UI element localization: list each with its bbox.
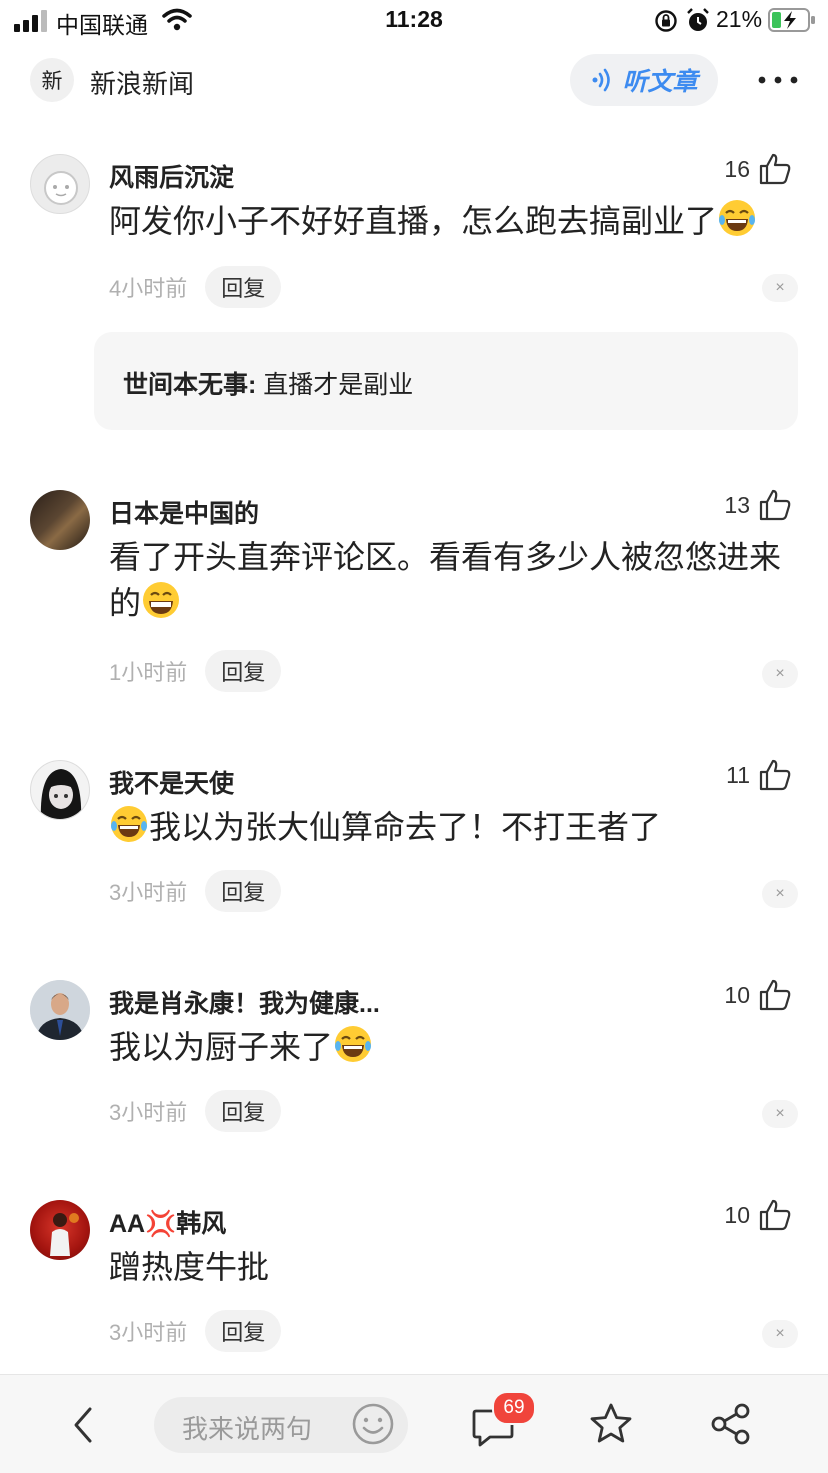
like-count: 10 [724,1201,750,1228]
comment-author[interactable]: 我不是天使 [109,764,234,800]
like-button[interactable]: 11 [726,758,792,792]
listen-article-label: 听文章 [622,68,698,96]
alarm-icon [687,8,709,31]
sports-avatar-icon [50,1213,79,1256]
thumbs-up-icon [759,489,791,521]
battery-percent: 21% [716,6,763,32]
thumbs-up-icon [759,1199,791,1231]
sub-reply-box[interactable]: 世间本无事: 直播才是副业 [94,332,798,430]
like-button[interactable]: 10 [724,1198,792,1232]
comment-text: 我以为厨子来了 [109,1024,799,1070]
listen-article-button[interactable]: 听文章 [570,54,718,106]
app-header: 新 新浪新闻 听文章 [0,52,828,112]
comment-text: 我以为张大仙算命去了！不打王者了 [109,804,799,850]
emoji-picker-icon[interactable] [350,1401,396,1447]
like-count: 11 [726,761,750,788]
comment-meta: 3小时前 回复 [109,1310,282,1352]
comment-author[interactable]: 风雨后沉淀 [109,158,234,194]
comment-item: 我不是天使 11 我以为张大仙算命去了！不打王者了 3小时前 回复 × [0,758,828,920]
comment-text: 看了开头直奔评论区。看看有多少人被忽悠进来的 [109,539,782,621]
comment-meta: 3小时前 回复 [109,1090,282,1132]
laugh-cry-emoji-icon [335,1026,372,1062]
thumbs-up-icon [759,759,791,791]
laugh-cry-emoji-icon [719,200,756,236]
comment-time: 3小时前 [109,1320,188,1345]
comment-item: 风雨后沉淀 16 阿发你小子不好好直播，怎么跑去搞副业了 4小时前 回复 × [0,152,828,324]
like-button[interactable]: 10 [724,978,792,1012]
avatar[interactable] [30,980,90,1040]
app-logo[interactable]: 新 [30,58,74,102]
comment-text: 蹭热度牛批 [109,1249,270,1285]
comment-time: 4小时前 [109,276,188,301]
comment-author[interactable]: 日本是中国的 [109,494,259,530]
default-avatar-icon [44,171,78,205]
reply-button[interactable]: 回复 [205,870,282,912]
avatar[interactable] [30,154,90,214]
comment-time: 1小时前 [109,660,188,685]
comment-author[interactable]: 我是肖永康！我为健康... [109,984,380,1020]
sub-reply-text: 世间本无事: 直播才是副业 [123,365,413,401]
comment-text: 阿发你小子不好好直播，怎么跑去搞副业了 [109,198,799,244]
reply-button[interactable]: 回复 [205,650,282,692]
avatar[interactable] [30,1200,90,1260]
anime-avatar-icon [40,769,82,819]
comment-input[interactable]: 我来说两句 [154,1397,408,1453]
dismiss-button[interactable]: × [762,660,798,688]
rotation-lock-icon [655,10,677,32]
person-avatar-icon [30,980,90,1040]
status-bar: 中国联通 11:28 21% [0,0,828,42]
sub-reply-content: 直播才是副业 [256,371,414,399]
like-button[interactable]: 13 [724,488,792,522]
like-count: 10 [724,981,750,1008]
comment-input-placeholder: 我来说两句 [182,1414,313,1444]
battery-charging-icon [768,8,815,32]
dismiss-button[interactable]: × [762,274,798,302]
comment-meta: 1小时前 回复 [109,650,282,692]
like-count: 16 [724,155,750,182]
comment-item: 日本是中国的 13 看了开头直奔评论区。看看有多少人被忽悠进来的 1小时前 回复… [0,488,828,700]
like-button[interactable]: 16 [724,152,792,186]
thumbs-up-icon [759,979,791,1011]
audio-wave-icon [592,68,611,92]
avatar[interactable] [30,760,90,820]
reply-button[interactable]: 回复 [205,1090,282,1132]
comment-time: 3小时前 [109,880,188,905]
comment-item: 我是肖永康！我为健康... 10 我以为厨子来了 3小时前 回复 × [0,978,828,1140]
comment-count-badge: 69 [492,1391,536,1425]
comment-author[interactable]: AA💢韩风 [109,1204,226,1240]
bottom-toolbar: 我来说两句 69 [0,1374,828,1473]
back-chevron-icon[interactable] [70,1405,98,1445]
comment-meta: 3小时前 回复 [109,870,282,912]
reply-button[interactable]: 回复 [205,1310,282,1352]
dismiss-button[interactable]: × [762,1100,798,1128]
comment-meta: 4小时前 回复 [109,266,282,308]
share-icon[interactable] [708,1401,754,1447]
like-count: 13 [724,491,750,518]
laugh-cry-emoji-icon [111,806,147,842]
sub-reply-author: 世间本无事: [123,371,257,399]
reply-button[interactable]: 回复 [205,266,282,308]
avatar[interactable] [30,490,90,550]
dismiss-button[interactable]: × [762,880,798,908]
comment-item: AA💢韩风 10 蹭热度牛批 3小时前 回复 × [0,1198,828,1360]
more-options-icon[interactable] [756,68,800,92]
grin-emoji-icon [143,582,180,618]
app-name[interactable]: 新浪新闻 [90,64,194,101]
thumbs-up-icon [759,153,791,185]
comment-time: 3小时前 [109,1100,188,1125]
dismiss-button[interactable]: × [762,1320,798,1348]
favorite-star-icon[interactable] [588,1401,634,1447]
